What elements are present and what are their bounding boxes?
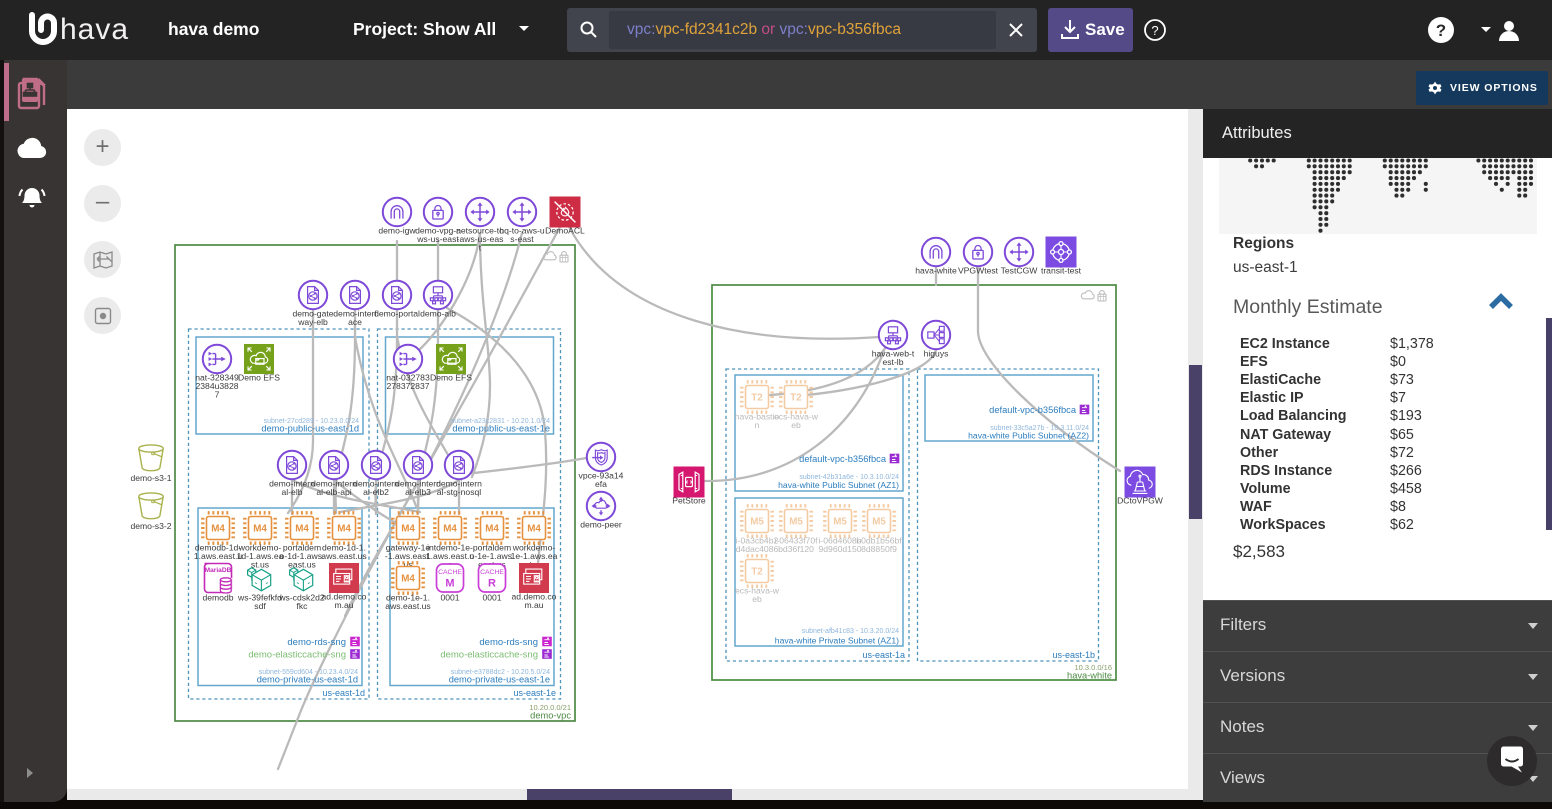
svg-text:aws.east.us: aws.east.us	[385, 601, 430, 611]
svg-text:m.au: m.au	[524, 600, 543, 610]
svg-text:us-east-1d: us-east-1d	[322, 688, 365, 698]
svg-text:9d960d150: 9d960d150	[818, 544, 861, 554]
svg-text:M5: M5	[872, 517, 886, 528]
svg-text:demo-public-us-east-1e: demo-public-us-east-1e	[452, 424, 550, 434]
svg-text:7: 7	[215, 389, 220, 399]
svg-text:0001: 0001	[440, 593, 459, 603]
svg-text:hava-white Private Subnet (AZ1: hava-white Private Subnet (AZ1)	[775, 636, 899, 646]
svg-text:east.us: east.us	[288, 559, 316, 569]
svg-text:ws-us-east: ws-us-east	[416, 234, 459, 244]
svg-text:demo-igw: demo-igw	[378, 226, 416, 236]
svg-text:278372837: 278372837	[386, 381, 429, 391]
svg-text:R: R	[488, 578, 496, 590]
svg-text:M4: M4	[211, 524, 225, 535]
svg-text:demo-private-us-east-1e: demo-private-us-east-1e	[449, 675, 550, 685]
svg-text:demo-rds-sng: demo-rds-sng	[287, 637, 346, 648]
svg-text:demo-rds-sng: demo-rds-sng	[479, 637, 538, 648]
svg-text:default-vpc-b356fbca: default-vpc-b356fbca	[799, 454, 887, 464]
svg-text:hava-white: hava-white	[1067, 671, 1112, 681]
svg-text:CACHE: CACHE	[480, 569, 504, 576]
svg-text:m.au: m.au	[334, 600, 353, 610]
svg-text:TestCGW: TestCGW	[1001, 266, 1039, 276]
svg-text:M5: M5	[789, 517, 803, 528]
svg-text:M5: M5	[750, 517, 764, 528]
svg-text:ace: ace	[348, 317, 362, 327]
svg-text:M5: M5	[833, 517, 847, 528]
svg-text:M4: M4	[443, 524, 457, 535]
svg-text:hava-white Public Subnet (AZ2): hava-white Public Subnet (AZ2)	[968, 431, 1089, 441]
svg-text:demo-peer: demo-peer	[580, 520, 622, 530]
svg-text:al-elb3: al-elb3	[405, 487, 431, 497]
svg-text:PetStore: PetStore	[672, 496, 706, 506]
svg-text:al-elb: al-elb	[281, 487, 302, 497]
svg-text:al-stg-nosql: al-stg-nosql	[437, 487, 482, 497]
svg-text:M: M	[445, 578, 454, 590]
svg-text:Demo EFS: Demo EFS	[430, 373, 472, 383]
svg-text:al-elb-api: al-elb-api	[316, 487, 351, 497]
svg-text:al-elb2: al-elb2	[363, 487, 389, 497]
svg-text:hava-white Public Subnet (AZ1): hava-white Public Subnet (AZ1)	[778, 480, 899, 490]
svg-text:demo-vpc: demo-vpc	[530, 711, 571, 721]
svg-text:demo-s3-2: demo-s3-2	[130, 521, 171, 531]
svg-text:st.us: st.us	[251, 559, 269, 569]
svg-text:higuys: higuys	[924, 349, 949, 359]
svg-text:us-east-1e: us-east-1e	[513, 688, 556, 698]
svg-text:hava-white: hava-white	[915, 266, 957, 276]
svg-text:bd36f120: bd36f120	[778, 544, 814, 554]
svg-text:fkc: fkc	[297, 601, 309, 611]
svg-text:M4: M4	[253, 524, 267, 535]
svg-text:VPGWtest: VPGWtest	[958, 266, 999, 276]
svg-text:sdf: sdf	[254, 601, 266, 611]
svg-text:M4: M4	[401, 524, 415, 535]
svg-text:eb: eb	[752, 594, 762, 604]
svg-text:demo-elasticcache-sng: demo-elasticcache-sng	[248, 650, 346, 661]
svg-text:subnet-afb41c83 - 10.3.20.0/24: subnet-afb41c83 - 10.3.20.0/24	[802, 628, 899, 635]
svg-text:demo-public-us-east-1d: demo-public-us-east-1d	[261, 424, 359, 434]
svg-text:s-east: s-east	[510, 234, 534, 244]
svg-text:est-lb: est-lb	[882, 357, 903, 367]
svg-text:demo-s3-1: demo-s3-1	[130, 473, 171, 483]
svg-text:T2: T2	[751, 567, 763, 578]
svg-text:DCtoVPGW: DCtoVPGW	[1117, 496, 1164, 506]
svg-text:?: ?	[1151, 23, 1158, 38]
svg-text:M4: M4	[401, 574, 415, 585]
svg-text:M4: M4	[485, 524, 499, 535]
svg-text:M4: M4	[527, 524, 541, 535]
svg-text:demodb: demodb	[202, 593, 233, 603]
svg-text:aws.east.us: aws.east.us	[321, 551, 366, 561]
svg-text:efa: efa	[595, 479, 607, 489]
svg-text:demo-elasticcache-sng: demo-elasticcache-sng	[440, 650, 538, 661]
svg-text:default-vpc-b356fbca: default-vpc-b356fbca	[989, 405, 1077, 415]
svg-text:CACHE: CACHE	[438, 569, 462, 576]
svg-text:eb: eb	[791, 420, 801, 430]
svg-text:way-elb: way-elb	[297, 317, 328, 327]
svg-text:us-east-1b: us-east-1b	[1052, 650, 1095, 660]
svg-text:0001: 0001	[482, 593, 501, 603]
svg-text:n: n	[755, 420, 760, 430]
svg-text:8d8850f9: 8d8850f9	[861, 544, 897, 554]
svg-text:?: ?	[1436, 21, 1446, 40]
svg-text:T2: T2	[790, 393, 802, 404]
svg-text:transit-test: transit-test	[1041, 266, 1082, 276]
svg-text:us-east-1a: us-east-1a	[862, 650, 905, 660]
svg-text:d4dac4086: d4dac4086	[736, 544, 779, 554]
svg-text:demo-portal: demo-portal	[374, 309, 420, 319]
svg-text:Demo EFS: Demo EFS	[238, 373, 280, 383]
svg-text:M4: M4	[295, 524, 309, 535]
svg-text:T2: T2	[751, 393, 763, 404]
svg-text:demo-private-us-east-1d: demo-private-us-east-1d	[257, 675, 358, 685]
svg-text:M4: M4	[337, 524, 351, 535]
svg-text:demo-alb: demo-alb	[420, 309, 456, 319]
svg-text:DemoACL: DemoACL	[545, 226, 585, 236]
